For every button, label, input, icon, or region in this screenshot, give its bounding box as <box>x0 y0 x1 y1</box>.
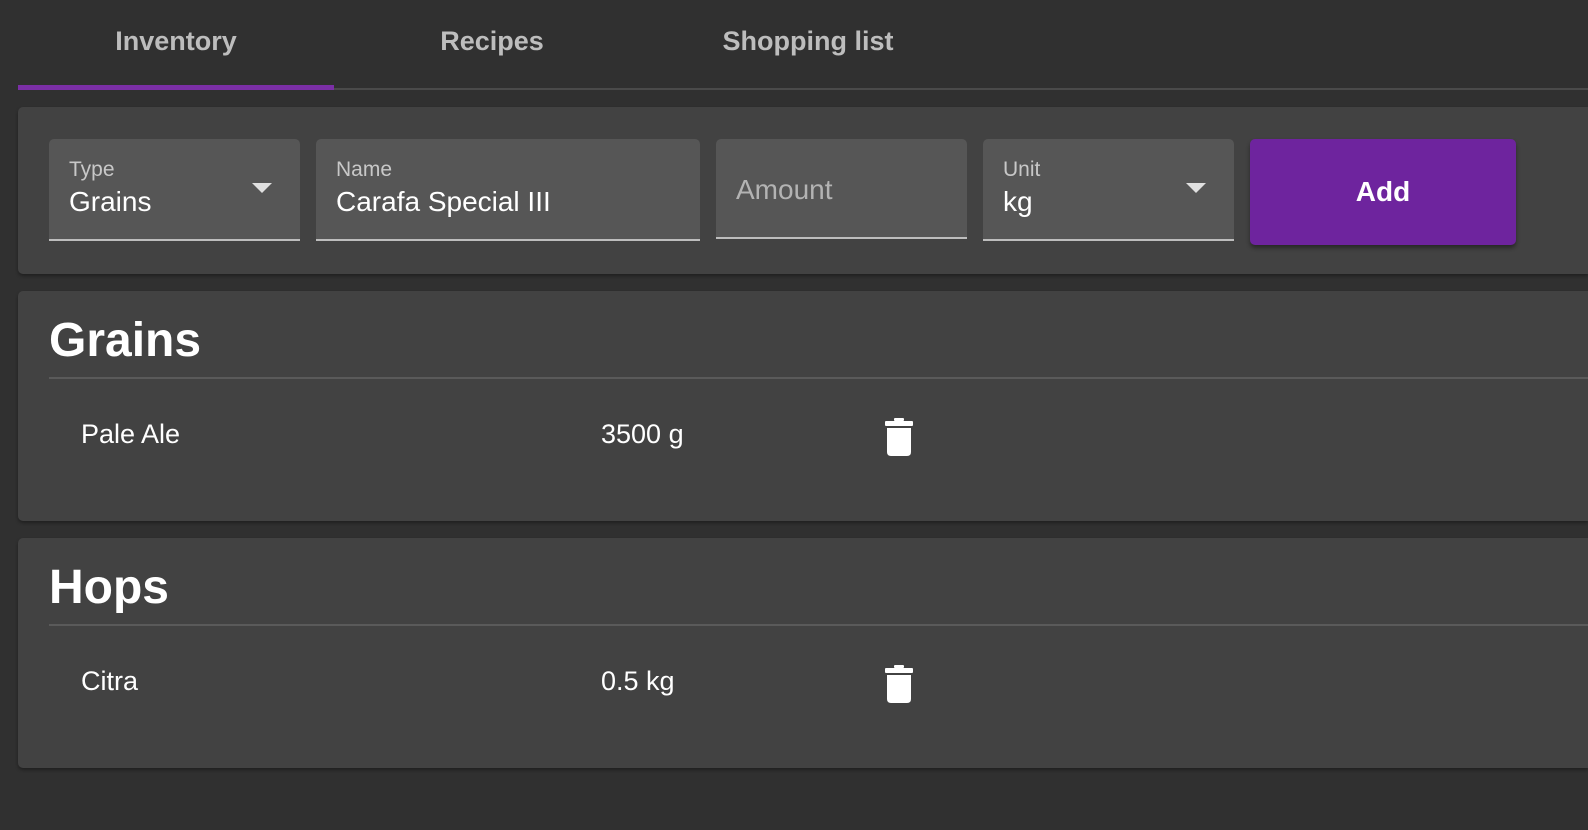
item-name: Citra <box>81 666 139 696</box>
list-item: Citra 0.5 kg <box>18 626 1588 746</box>
unit-value: kg <box>1003 186 1033 217</box>
add-button[interactable]: Add <box>1250 139 1516 245</box>
list-item: Pale Ale 3500 g <box>18 379 1588 499</box>
chevron-down-icon[interactable] <box>1186 183 1206 193</box>
item-name: Pale Ale <box>81 419 181 449</box>
amount-field[interactable]: Amount <box>716 139 967 239</box>
type-label: Type <box>69 158 115 181</box>
tab-bar: Inventory Recipes Shopping list <box>18 0 1588 90</box>
unit-label: Unit <box>1003 158 1041 181</box>
section-grains: Grains Pale Ale 3500 g <box>18 291 1588 521</box>
item-quantity: 0.5 kg <box>601 666 675 696</box>
tab-label: Inventory <box>115 26 237 56</box>
tab-recipes[interactable]: Recipes <box>334 0 650 88</box>
amount-placeholder: Amount <box>736 174 833 205</box>
section-title: Hops <box>49 561 169 614</box>
name-field[interactable]: Name Carafa Special III <box>316 139 700 241</box>
add-item-form: Type Grains Name Carafa Special III Amou… <box>18 107 1588 274</box>
item-quantity: 3500 g <box>601 419 684 449</box>
unit-select[interactable]: Unit kg <box>983 139 1234 241</box>
tab-label: Recipes <box>440 26 544 56</box>
trash-icon[interactable] <box>884 665 914 703</box>
name-value: Carafa Special III <box>336 186 551 217</box>
section-title: Grains <box>49 314 202 367</box>
chevron-down-icon[interactable] <box>252 183 272 193</box>
tab-label: Shopping list <box>722 26 894 56</box>
tab-inventory[interactable]: Inventory <box>18 0 334 90</box>
trash-icon[interactable] <box>884 418 914 456</box>
tab-shopping-list[interactable]: Shopping list <box>650 0 966 88</box>
section-hops: Hops Citra 0.5 kg <box>18 538 1588 768</box>
type-value: Grains <box>69 186 152 217</box>
type-select[interactable]: Type Grains <box>49 139 300 241</box>
name-label: Name <box>336 158 393 181</box>
